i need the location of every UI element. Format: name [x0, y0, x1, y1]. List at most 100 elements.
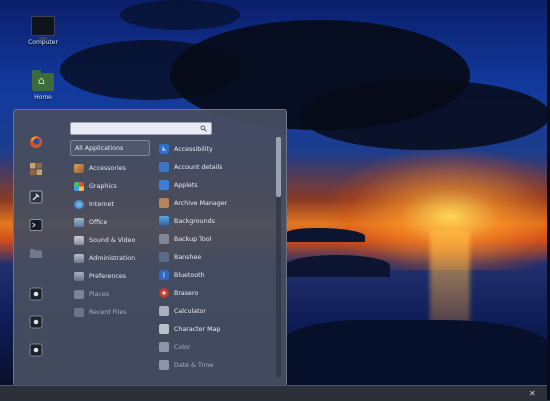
category-label: Accessories: [89, 164, 126, 172]
app-label: Brasero: [174, 289, 199, 297]
app-label: Backup Tool: [174, 235, 212, 243]
app-item-calculator[interactable]: Calculator: [159, 302, 279, 320]
sidebar-item-shutdown[interactable]: [27, 341, 45, 359]
category-recent-files[interactable]: Recent Files: [70, 303, 150, 321]
category-label: Internet: [89, 200, 115, 208]
color-icon: [159, 342, 169, 352]
app-label: Accessibility: [174, 145, 213, 153]
category-sound-video[interactable]: Sound & Video: [70, 231, 150, 249]
category-list: All Applications Accessories Graphics In…: [70, 140, 150, 321]
app-item-backgrounds[interactable]: Backgrounds: [159, 212, 279, 230]
category-accessories[interactable]: Accessories: [70, 159, 150, 177]
cloud: [300, 80, 550, 150]
character-map-icon: [159, 324, 169, 334]
administration-icon: [74, 253, 84, 263]
system-settings-icon: [29, 190, 43, 204]
category-all-applications[interactable]: All Applications: [70, 140, 150, 156]
app-label: Backgrounds: [174, 217, 215, 225]
preferences-icon: [74, 271, 84, 281]
app-item-character-map[interactable]: Character Map: [159, 320, 279, 338]
app-label: Color: [174, 343, 191, 351]
app-item-banshee[interactable]: Banshee: [159, 248, 279, 266]
desktop-icon-label: Home: [34, 94, 52, 101]
accessories-icon: [74, 163, 84, 173]
category-label: Graphics: [89, 182, 117, 190]
bluetooth-icon: ᛒ: [159, 270, 169, 280]
app-label: Banshee: [174, 253, 202, 261]
app-label: Applets: [174, 181, 198, 189]
category-label: Places: [89, 290, 110, 298]
account-details-icon: [159, 162, 169, 172]
lock-screen-icon: [29, 287, 43, 301]
category-places[interactable]: Places: [70, 285, 150, 303]
backgrounds-icon: [159, 216, 169, 226]
places-folder-icon: [74, 289, 84, 299]
menu-search-box[interactable]: [70, 122, 212, 135]
app-label: Calculator: [174, 307, 206, 315]
menu-favorites-sidebar: [14, 110, 60, 385]
app-item-bluetooth[interactable]: ᛒ Bluetooth: [159, 266, 279, 284]
search-input[interactable]: [75, 123, 193, 134]
applets-icon: [159, 180, 169, 190]
app-item-applets[interactable]: Applets: [159, 176, 279, 194]
home-folder-icon: [32, 70, 54, 91]
app-item-date-time[interactable]: Date & Time: [159, 356, 279, 374]
category-label: All Applications: [75, 144, 124, 152]
category-internet[interactable]: Internet: [70, 195, 150, 213]
app-list-scrollbar[interactable]: [276, 137, 281, 377]
category-administration[interactable]: Administration: [70, 249, 150, 267]
bottom-panel: ✕: [0, 385, 550, 401]
sound-video-icon: [74, 235, 84, 245]
category-label: Office: [89, 218, 108, 226]
sidebar-item-software-manager[interactable]: [27, 160, 45, 178]
logout-icon: [29, 315, 43, 329]
software-manager-icon: [30, 163, 42, 175]
category-graphics[interactable]: Graphics: [70, 177, 150, 195]
internet-icon: [74, 199, 84, 209]
category-office[interactable]: Office: [70, 213, 150, 231]
sidebar-item-files[interactable]: [27, 244, 45, 262]
app-item-account-details[interactable]: Account details: [159, 158, 279, 176]
files-icon: [30, 249, 42, 258]
category-label: Preferences: [89, 272, 127, 280]
app-label: Bluetooth: [174, 271, 205, 279]
desktop-icon-label: Computer: [28, 39, 58, 46]
recent-files-icon: [74, 307, 84, 317]
island: [285, 228, 365, 242]
cloud: [120, 0, 240, 30]
terminal-icon: [29, 219, 43, 231]
panel-tray-icon[interactable]: ✕: [529, 389, 538, 398]
app-label: Account details: [174, 163, 223, 171]
shutdown-icon: [29, 343, 43, 357]
app-item-accessibility[interactable]: ♿ Accessibility: [159, 140, 279, 158]
category-label: Sound & Video: [89, 236, 136, 244]
desktop-icon-computer[interactable]: Computer: [18, 16, 68, 46]
app-item-brasero[interactable]: Brasero: [159, 284, 279, 302]
foreground-shore: [285, 320, 550, 388]
firefox-icon: [30, 136, 42, 148]
scrollbar-thumb[interactable]: [276, 137, 281, 197]
sidebar-item-firefox[interactable]: [27, 133, 45, 151]
app-label: Character Map: [174, 325, 221, 333]
application-menu: All Applications Accessories Graphics In…: [13, 109, 287, 386]
category-preferences[interactable]: Preferences: [70, 267, 150, 285]
app-label: Date & Time: [174, 361, 214, 369]
app-item-color[interactable]: Color: [159, 338, 279, 356]
category-label: Recent Files: [89, 308, 127, 316]
backup-tool-icon: [159, 234, 169, 244]
island: [285, 255, 390, 277]
brasero-icon: [159, 288, 169, 298]
desktop-icon-home[interactable]: Home: [18, 70, 68, 101]
category-label: Administration: [89, 254, 136, 262]
sidebar-item-terminal[interactable]: [27, 216, 45, 234]
app-item-backup-tool[interactable]: Backup Tool: [159, 230, 279, 248]
sidebar-item-lock-screen[interactable]: [27, 285, 45, 303]
archive-manager-icon: [159, 198, 169, 208]
sidebar-item-system-settings[interactable]: [27, 188, 45, 206]
banshee-icon: [159, 252, 169, 262]
accessibility-icon: ♿: [159, 144, 169, 154]
sidebar-item-logout[interactable]: [27, 313, 45, 331]
app-item-archive-manager[interactable]: Archive Manager: [159, 194, 279, 212]
date-time-icon: [159, 360, 169, 370]
search-icon: [200, 125, 207, 132]
